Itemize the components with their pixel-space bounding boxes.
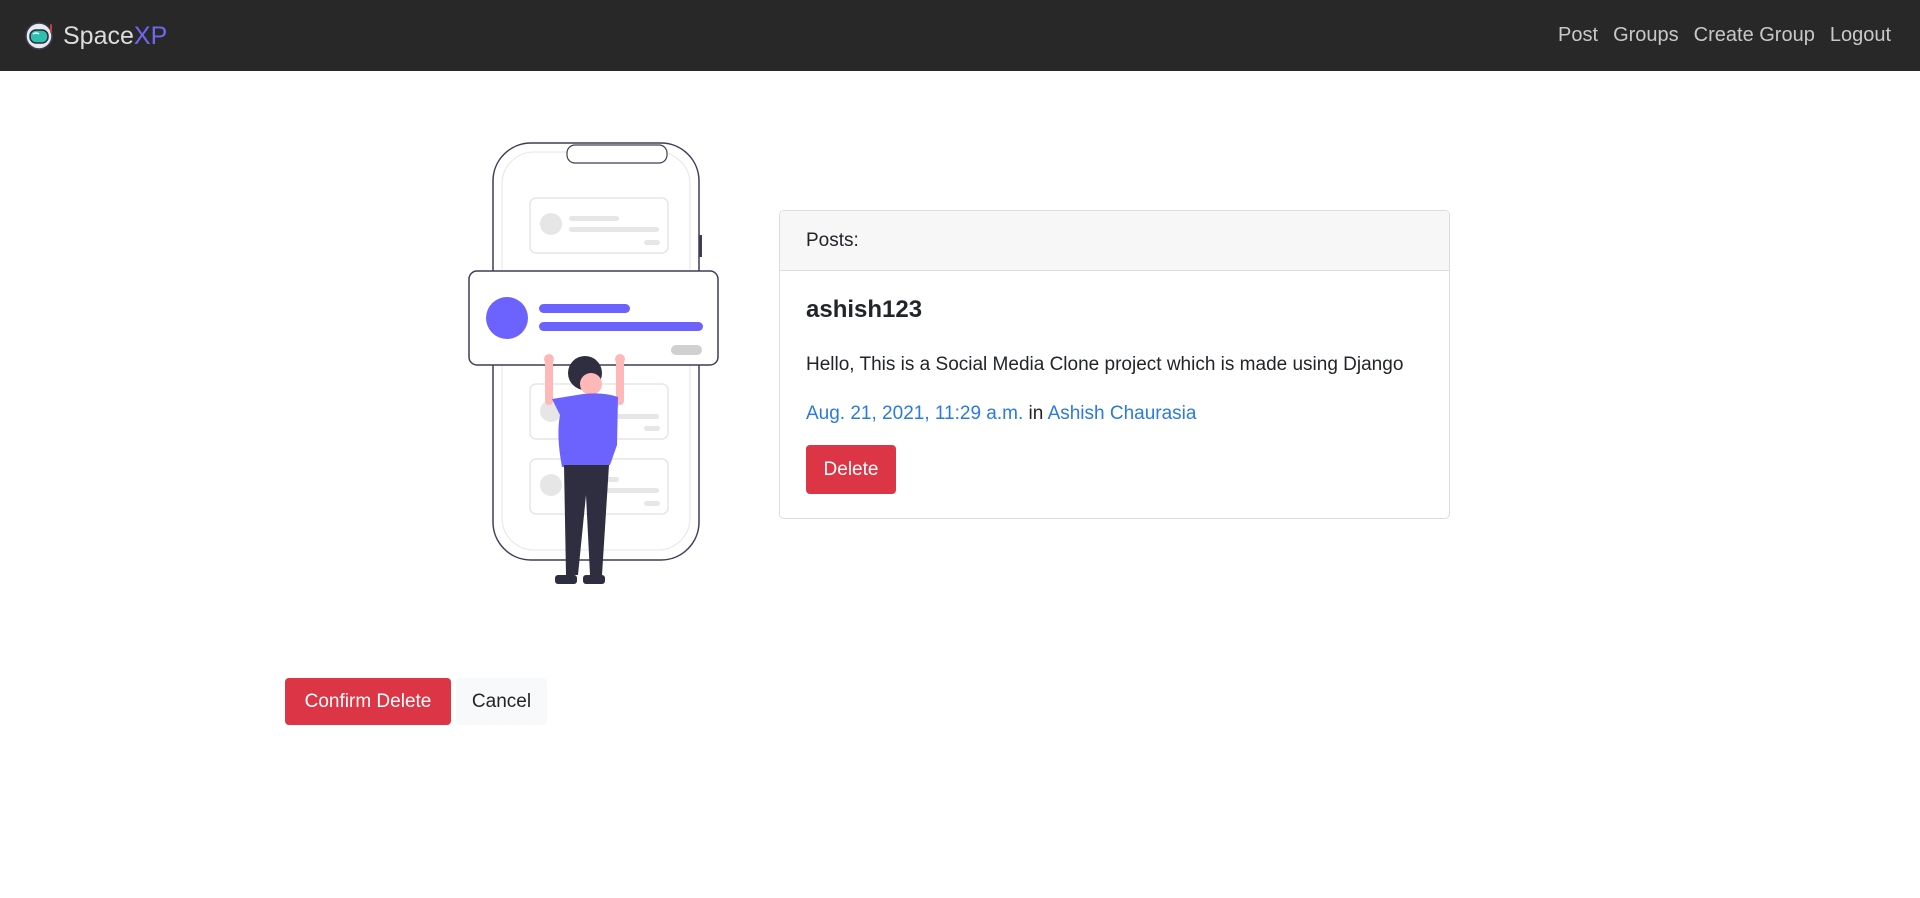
post-meta: Aug. 21, 2021, 11:29 a.m. in Ashish Chau… (806, 403, 1196, 425)
nav-link-logout[interactable]: Logout (1830, 24, 1891, 47)
cancel-button[interactable]: Cancel (456, 678, 547, 725)
person-holding-post-illustration (468, 142, 719, 584)
brand-link[interactable]: SpaceXP (24, 20, 167, 52)
post-message: Hello, This is a Social Media Clone proj… (806, 354, 1404, 375)
brand-name: SpaceXP (63, 22, 167, 51)
delete-button[interactable]: Delete (806, 445, 896, 494)
post-author: ashish123 (806, 296, 923, 323)
nav-links: Post Groups Create Group Logout (1543, 24, 1891, 47)
top-navbar: SpaceXP Post Groups Create Group Logout (0, 0, 1920, 71)
astronaut-helmet-icon (25, 22, 53, 50)
post-card: Posts: ashish123 Hello, This is a Social… (779, 210, 1450, 519)
nav-link-groups[interactable]: Groups (1613, 24, 1679, 47)
post-meta-in: in (1028, 403, 1044, 424)
post-card-header: Posts: (780, 211, 1449, 271)
post-timestamp-link[interactable]: Aug. 21, 2021, 11:29 a.m. (806, 403, 1023, 424)
brand-suffix: XP (133, 21, 168, 50)
brand-prefix: Space (63, 21, 134, 50)
post-group-link[interactable]: Ashish Chaurasia (1048, 403, 1197, 424)
confirm-delete-button[interactable]: Confirm Delete (285, 678, 451, 725)
nav-link-create-group[interactable]: Create Group (1694, 24, 1815, 47)
nav-link-post[interactable]: Post (1558, 24, 1598, 47)
